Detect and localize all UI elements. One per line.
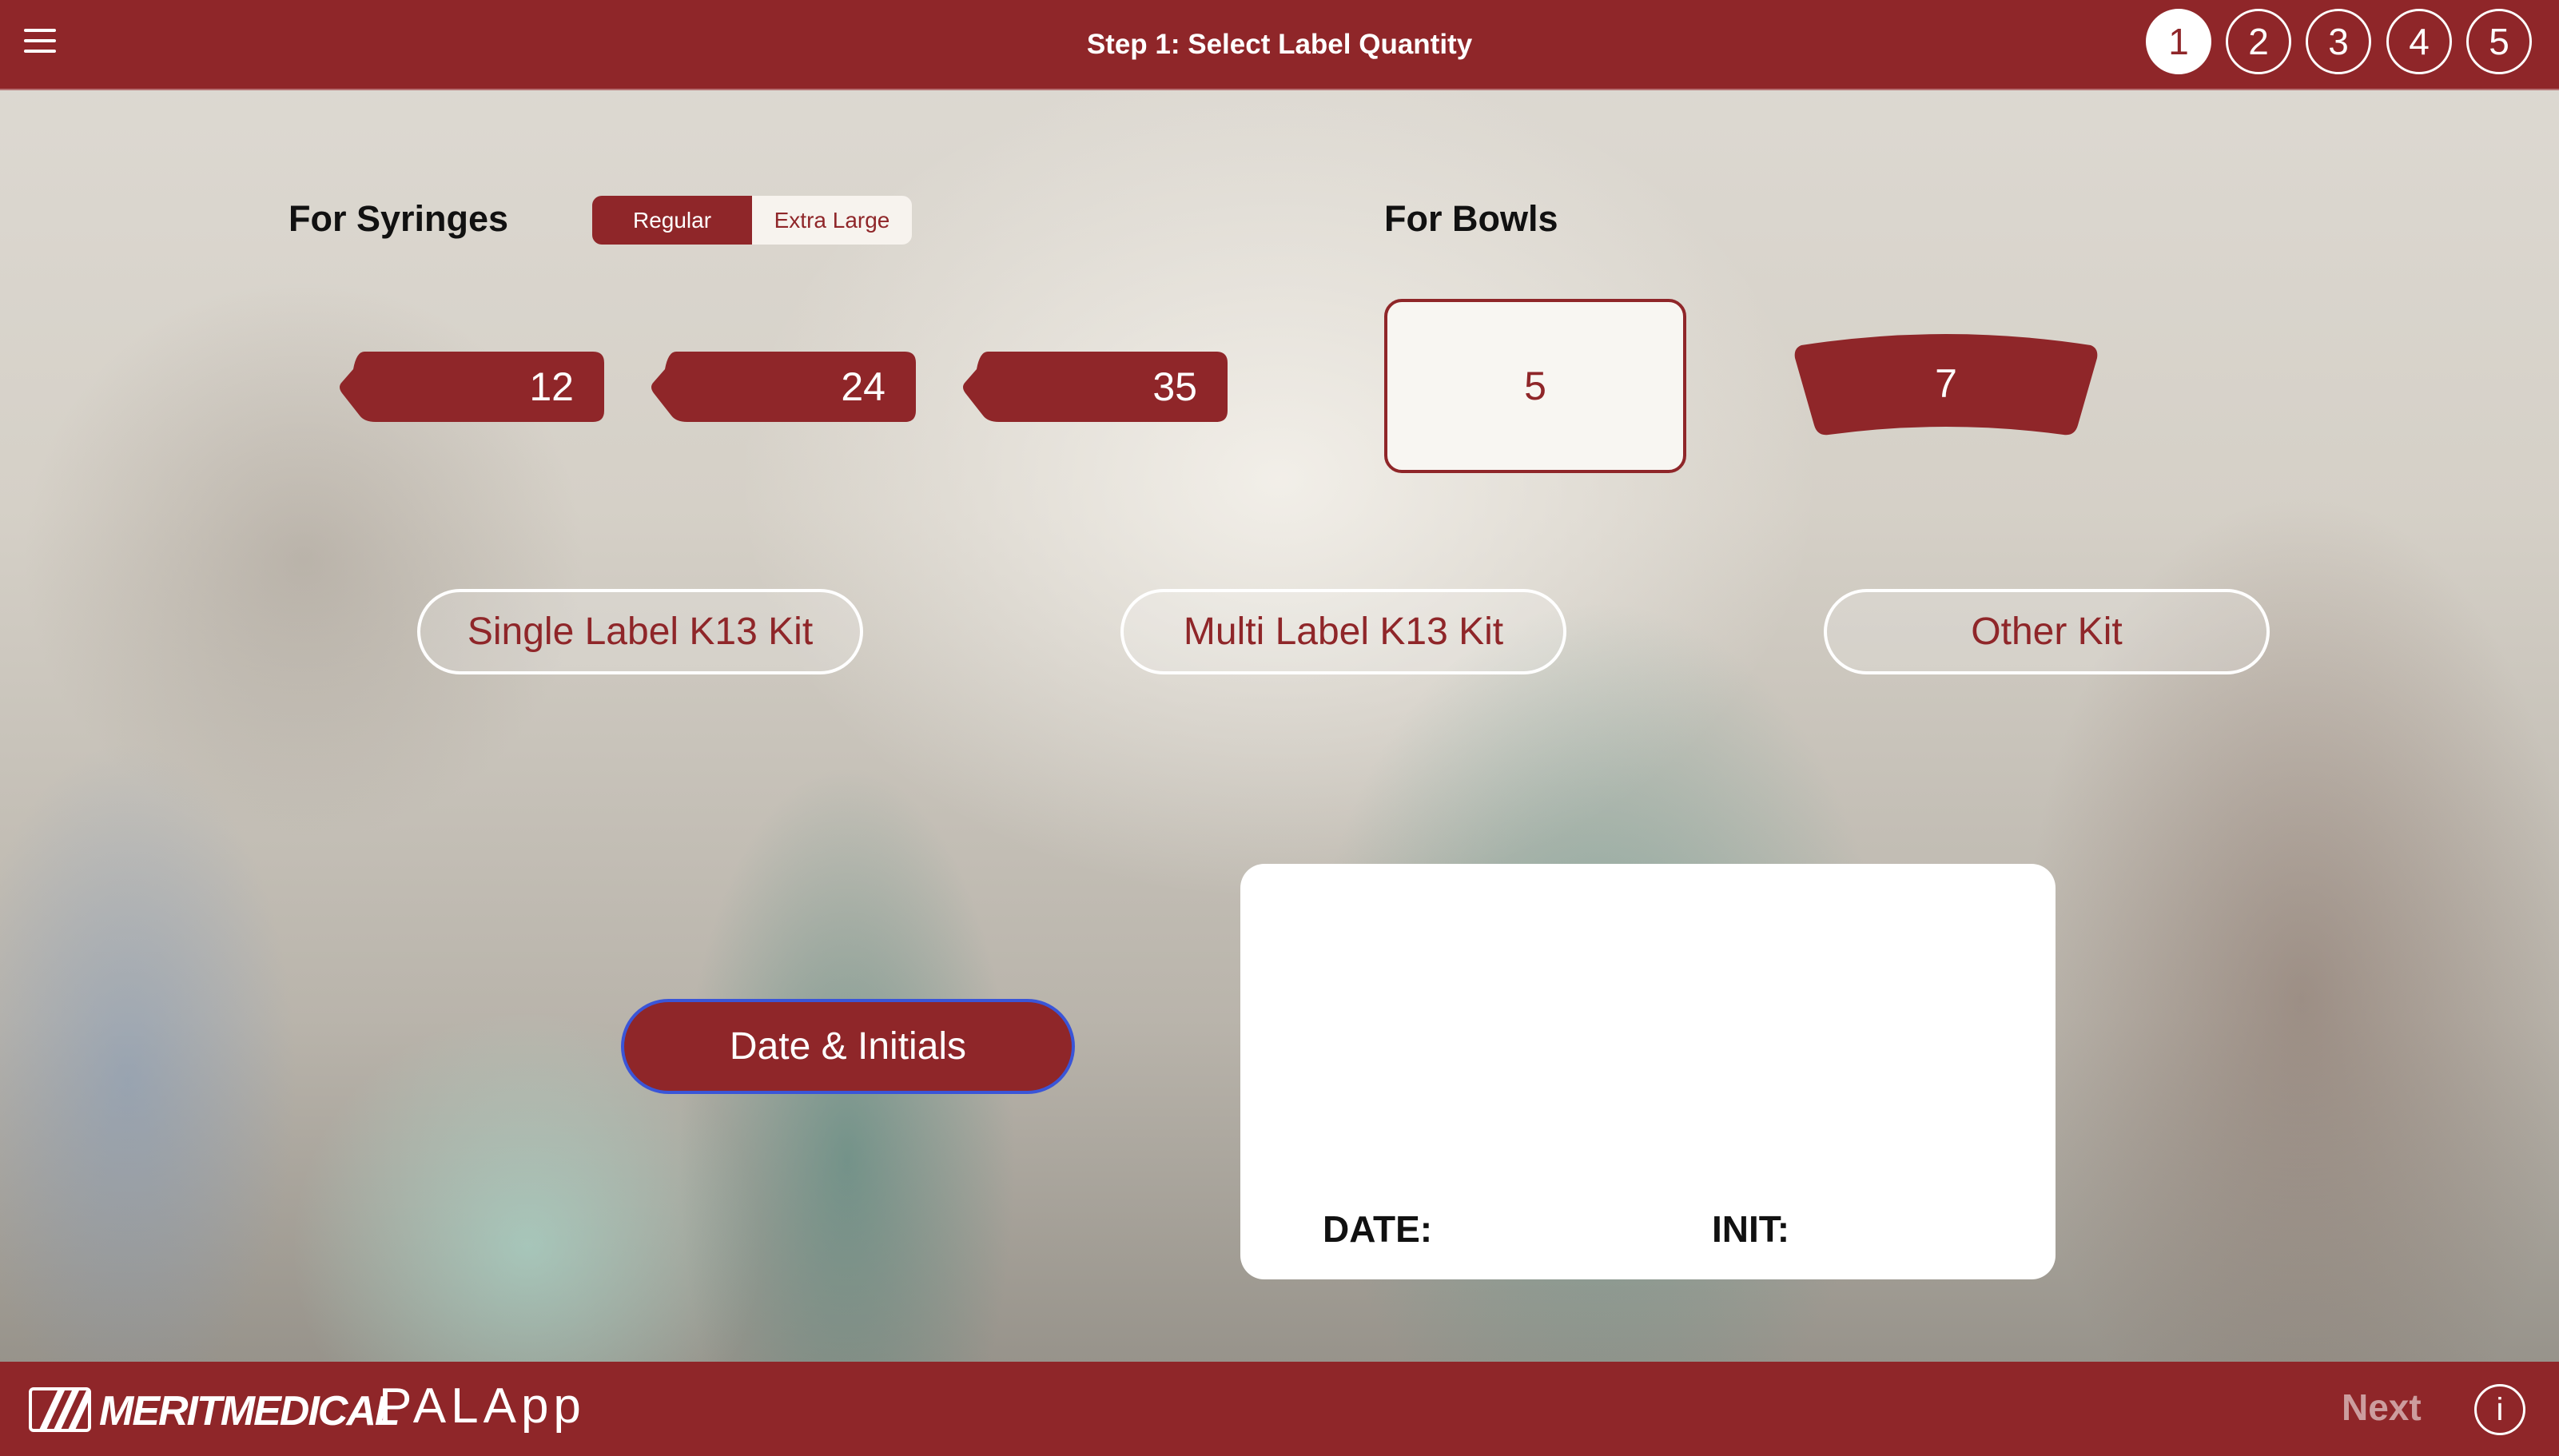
multi-label-k13-kit-button[interactable]: Multi Label K13 Kit [1120,589,1566,674]
syringe-qty-12-button[interactable]: 12 [337,348,607,425]
info-icon[interactable]: i [2474,1384,2525,1435]
syringes-section-title: For Syringes [289,198,509,239]
single-label-k13-kit-button[interactable]: Single Label K13 Kit [417,589,863,674]
size-extra-large-option[interactable]: Extra Large [752,196,912,245]
syringe-size-toggle: Regular Extra Large [592,196,912,245]
step-4-indicator[interactable]: 4 [2386,9,2452,74]
brand-name: MERITMEDICAL [99,1388,400,1434]
bowls-section-title: For Bowls [1384,198,1558,239]
date-initials-button[interactable]: Date & Initials [621,999,1075,1094]
app-name: PALApp [379,1378,586,1434]
init-label: INIT: [1712,1208,1790,1250]
size-regular-option[interactable]: Regular [592,196,752,245]
syringe-qty-35-button[interactable]: 35 [961,348,1231,425]
step-1-indicator[interactable]: 1 [2146,9,2211,74]
syringe-qty-24-button[interactable]: 24 [649,348,919,425]
step-5-indicator[interactable]: 5 [2466,9,2532,74]
bowl-qty-7-button[interactable]: 7 [1793,329,2099,438]
bowl-qty-5-button[interactable]: 5 [1384,299,1686,473]
syringe-qty-label: 24 [841,364,886,409]
date-label: DATE: [1323,1208,1433,1250]
syringe-qty-label: 12 [529,364,574,409]
syringe-qty-label: 35 [1152,364,1197,409]
other-kit-button[interactable]: Other Kit [1824,589,2270,674]
label-preview: DATE: INIT: [1240,864,2056,1279]
step-2-indicator[interactable]: 2 [2226,9,2291,74]
merit-medical-logo-icon [29,1387,91,1432]
top-bar: Step 1: Select Label Quantity 1 2 3 4 5 [0,0,2559,90]
next-button[interactable]: Next [2342,1386,2422,1429]
bowl-qty-label: 7 [1935,361,1957,406]
step-3-indicator[interactable]: 3 [2306,9,2371,74]
